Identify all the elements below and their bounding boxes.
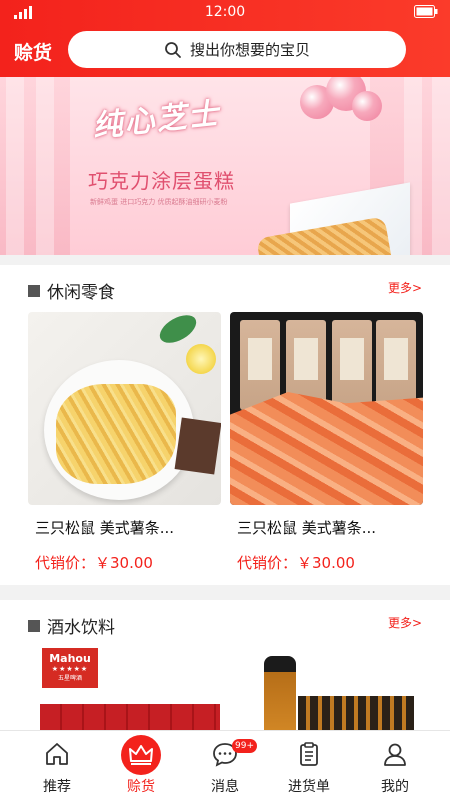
logo-stars: ★★★★★ xyxy=(51,665,89,673)
section-marker xyxy=(28,284,40,297)
unread-badge: 99+ xyxy=(232,739,257,753)
product-card[interactable]: 三只松鼠 美式薯条... 代销价：￥30.00 xyxy=(230,312,423,573)
promo-banner[interactable]: 纯心芝士 巧克力涂层蛋糕 新鲜鸡蛋 进口巧克力 优质起酥油细研小麦粉 xyxy=(0,77,450,255)
tab-credit[interactable]: 赊货 xyxy=(96,731,186,800)
product-name: 三只松鼠 美式薯条... xyxy=(237,519,377,537)
status-bar: 12:00 xyxy=(0,0,450,24)
brand-title: 赊货 xyxy=(14,42,53,64)
search-bar[interactable]: 搜出你想要的宝贝 xyxy=(68,31,406,68)
tab-label: 赊货 xyxy=(127,779,155,795)
section-drinks: 酒水饮料 更多> Mahou ★★★★★ 五星啤酒 xyxy=(0,600,450,740)
tab-recommend[interactable]: 推荐 xyxy=(12,731,102,800)
top-header: 12:00 赊货 搜出你想要的宝贝 xyxy=(0,0,450,77)
search-placeholder: 搜出你想要的宝贝 xyxy=(189,41,310,59)
product-price: 代销价：￥30.00 xyxy=(237,554,355,572)
clipboard-icon xyxy=(300,742,318,766)
mahou-logo: Mahou ★★★★★ 五星啤酒 xyxy=(42,648,98,688)
more-link[interactable]: 更多> xyxy=(388,279,422,296)
tab-messages[interactable]: 99+ 消息 xyxy=(180,731,270,800)
banner-headline: 巧克力涂层蛋糕 xyxy=(88,169,235,193)
battery-icon xyxy=(414,5,438,18)
logo-sub: 五星啤酒 xyxy=(57,675,82,682)
tab-label: 进货单 xyxy=(288,779,330,795)
section-marker xyxy=(28,619,40,632)
crown-icon xyxy=(129,745,153,765)
section-title: 酒水饮料 xyxy=(28,613,115,638)
section-title: 休闲零食 xyxy=(28,278,115,303)
balloon-image xyxy=(352,91,382,121)
product-name: 三只松鼠 美式薯条... xyxy=(35,519,175,537)
product-image-fries xyxy=(28,312,221,505)
search-icon xyxy=(165,41,181,58)
user-icon xyxy=(384,743,406,766)
banner-decoration xyxy=(6,77,24,255)
home-icon xyxy=(46,743,68,765)
product-price: 代销价：￥30.00 xyxy=(35,554,153,572)
banner-decoration xyxy=(36,77,54,255)
more-link[interactable]: 更多> xyxy=(388,614,422,631)
tab-label: 推荐 xyxy=(43,779,71,795)
app-screen: 12:00 赊货 搜出你想要的宝贝 纯心芝士 巧克力涂层蛋糕 新鲜鸡蛋 进口巧克 xyxy=(0,0,450,800)
bottom-tab-bar: 推荐 赊货 99+ 消息 进货单 我的 xyxy=(0,730,450,800)
product-image-bottle[interactable] xyxy=(264,656,296,740)
section-snacks: 休闲零食 更多> 三只松鼠 美式薯条... 代销价：￥30.00 三只松鼠 美式… xyxy=(0,265,450,585)
tab-label: 我的 xyxy=(381,779,409,795)
section-title-text: 酒水饮料 xyxy=(47,618,115,638)
section-title-text: 休闲零食 xyxy=(47,283,115,303)
product-card[interactable]: 三只松鼠 美式薯条... 代销价：￥30.00 xyxy=(28,312,221,573)
product-image-chips xyxy=(230,312,423,505)
status-time: 12:00 xyxy=(204,4,246,20)
tab-purchase-order[interactable]: 进货单 xyxy=(264,731,354,800)
banner-decoration xyxy=(432,77,450,255)
banner-subline: 新鲜鸡蛋 进口巧克力 优质起酥油细研小麦粉 xyxy=(90,198,228,206)
tab-mine[interactable]: 我的 xyxy=(350,731,440,800)
logo-text: Mahou xyxy=(49,652,91,665)
tab-label: 消息 xyxy=(211,779,239,795)
